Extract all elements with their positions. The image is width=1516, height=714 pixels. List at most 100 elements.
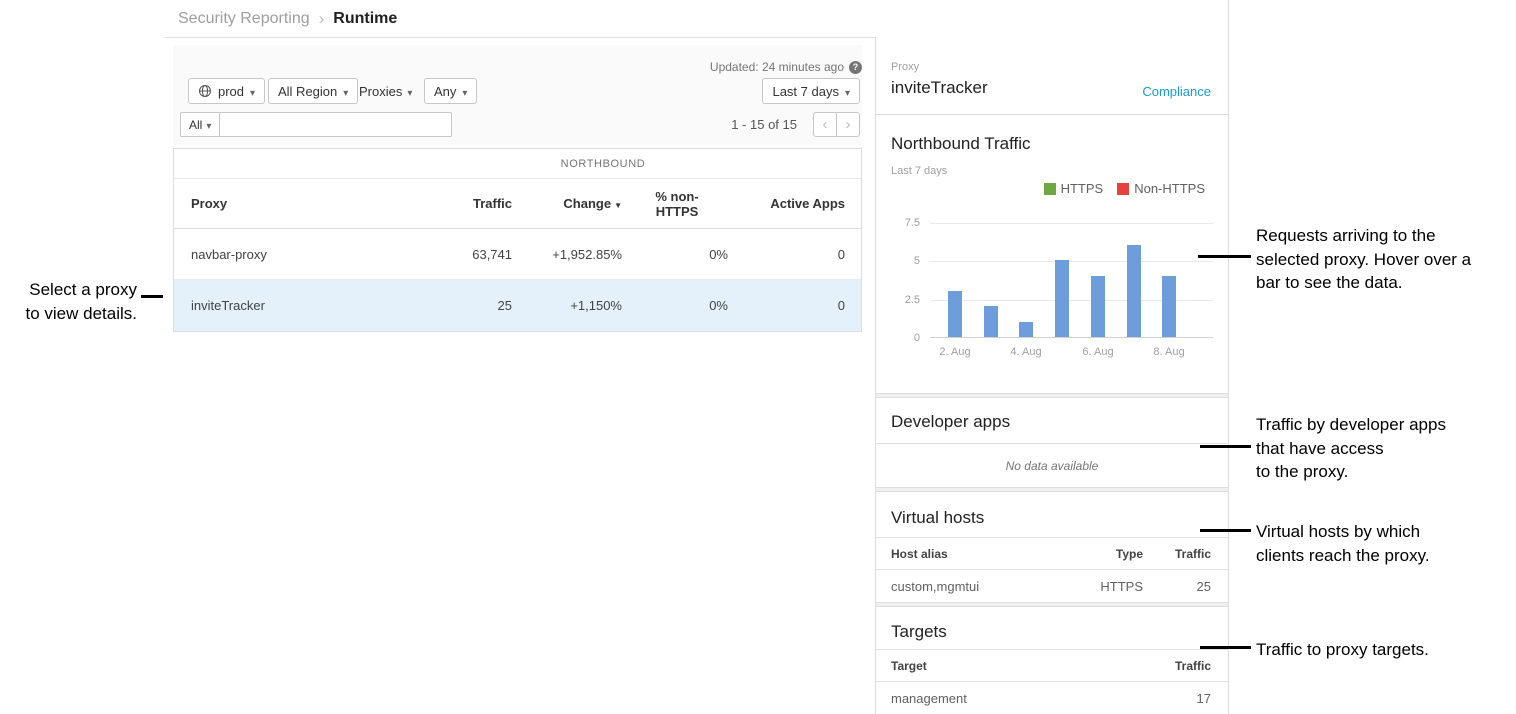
column-header-traffic[interactable]: Traffic [424,196,512,211]
vhost-col-host-alias: Host alias [891,547,1073,561]
region-dropdown[interactable]: All Region [268,78,358,104]
section-gap [876,487,1228,492]
targets-table: Target Traffic management 17 [876,649,1228,714]
chart-bar[interactable] [1162,276,1176,337]
search-scope-dropdown[interactable]: All [180,112,220,137]
help-icon[interactable]: ? [849,61,862,74]
target-row: management 17 [876,682,1228,714]
annotation-connector-line [1200,646,1251,649]
column-header-active-apps[interactable]: Active Apps [732,196,845,211]
gridline [930,261,1213,262]
column-header-change[interactable]: Change▼ [512,196,622,211]
any-filter-dropdown[interactable]: Any [424,78,477,104]
any-label: Any [434,84,456,99]
vhost-cell-host-alias: custom,mgmtui [891,579,1073,594]
annotation-developer-apps: Traffic by developer apps that have acce… [1256,413,1516,484]
vhost-row: custom,mgmtui HTTPS 25 [876,570,1228,602]
chart-bar[interactable] [1019,322,1033,337]
section-title-developer-apps: Developer apps [891,412,1010,432]
gridline [930,223,1213,224]
column-header-non-https[interactable]: % non- HTTPS [622,189,732,219]
annotation-connector-line [1200,529,1251,532]
cell-active-apps: 0 [732,298,845,313]
cell-non-https: 0% [622,247,732,262]
section-title-northbound-traffic: Northbound Traffic [891,134,1031,154]
chart-bar[interactable] [1055,260,1069,337]
proxies-dropdown[interactable]: Proxies [359,78,412,104]
search-input[interactable] [220,112,452,137]
table-header-row: Proxy Traffic Change▼ % non- HTTPS Activ… [174,179,861,229]
chart-plot [930,223,1213,338]
breadcrumb-link-security-reporting[interactable]: Security Reporting [178,10,310,28]
page-right-border [1228,0,1229,714]
date-range-dropdown[interactable]: Last 7 days [762,78,860,104]
sort-desc-icon: ▼ [614,201,622,210]
chart-bar[interactable] [984,306,998,337]
environment-dropdown[interactable]: prod [188,78,265,104]
caret-down-icon [845,84,850,99]
chart-bar[interactable] [948,291,962,337]
caret-down-icon [206,118,211,132]
chart-subtitle: Last 7 days [891,165,947,177]
prev-page-button[interactable]: ‹ [813,112,837,137]
table-row-selected[interactable]: inviteTracker 25 +1,150% 0% 0 [174,280,861,331]
compliance-link[interactable]: Compliance [1142,84,1211,99]
updated-text: Updated: 24 minutes ago [710,60,844,74]
updated-status: Updated: 24 minutes ago ? [173,60,862,74]
annotation-targets: Traffic to proxy targets. [1256,638,1516,662]
targets-section: Targets Target Traffic management 17 [876,609,1228,714]
target-cell-target: management [891,691,1141,706]
x-axis-line [930,337,1213,338]
proxy-label: Proxy [891,61,919,73]
annotation-virtual-hosts: Virtual hosts by which clients reach the… [1256,520,1516,567]
chart-bar[interactable] [1127,245,1141,337]
annotation-connector-line [141,295,163,298]
section-title-targets: Targets [891,622,947,642]
selected-proxy-name: inviteTracker [891,78,988,98]
legend-label-non-https: Non-HTTPS [1134,181,1205,196]
section-title-virtual-hosts: Virtual hosts [891,508,984,528]
northbound-traffic-section: Northbound Traffic Last 7 days HTTPS Non… [876,115,1228,393]
vhost-col-type: Type [1073,547,1143,561]
target-cell-traffic: 17 [1141,691,1211,706]
annotation-select-proxy: Select a proxy to view details. [0,278,137,325]
cell-non-https: 0% [622,298,732,313]
y-axis-tick: 0 [890,332,920,344]
column-header-proxy[interactable]: Proxy [191,196,424,211]
table-row[interactable]: navbar-proxy 63,741 +1,952.85% 0% 0 [174,229,861,280]
caret-down-icon [462,84,467,99]
y-axis-tick: 5 [890,255,920,267]
target-col-target: Target [891,659,1141,673]
chart-bar[interactable] [1091,276,1105,337]
target-header-row: Target Traffic [876,649,1228,682]
no-data-text: No data available [876,459,1228,473]
proxies-label: Proxies [359,84,402,99]
chart-legend: HTTPS Non-HTTPS [1044,181,1205,196]
column-header-change-label: Change [563,196,611,211]
pagination-range: 1 - 15 of 15 [731,117,797,132]
caret-down-icon [250,84,255,99]
vhost-cell-traffic: 25 [1143,579,1211,594]
cell-change: +1,952.85% [512,247,622,262]
cell-traffic: 25 [424,298,512,313]
x-axis-tick: 4. Aug [1001,346,1051,358]
y-axis-tick: 7.5 [890,217,920,229]
search-scope-label: All [189,118,202,132]
y-axis-tick: 2.5 [890,294,920,306]
x-axis-tick: 6. Aug [1073,346,1123,358]
caret-down-icon [343,84,348,99]
cell-traffic: 63,741 [424,247,512,262]
section-gap [876,393,1228,398]
developer-apps-section: Developer apps No data available [876,400,1228,487]
proxy-table: NORTHBOUND Proxy Traffic Change▼ % non- … [173,148,862,332]
cell-proxy-name: navbar-proxy [191,247,424,262]
next-page-button[interactable]: › [836,112,860,137]
x-axis-tick: 8. Aug [1144,346,1194,358]
virtual-hosts-section: Virtual hosts Host alias Type Traffic cu… [876,494,1228,602]
section-gap [876,602,1228,607]
globe-icon [198,84,212,98]
cell-proxy-name: inviteTracker [191,298,424,313]
virtual-hosts-table: Host alias Type Traffic custom,mgmtui HT… [876,537,1228,602]
breadcrumb-current-runtime: Runtime [333,10,397,28]
legend-swatch-https [1044,183,1056,195]
